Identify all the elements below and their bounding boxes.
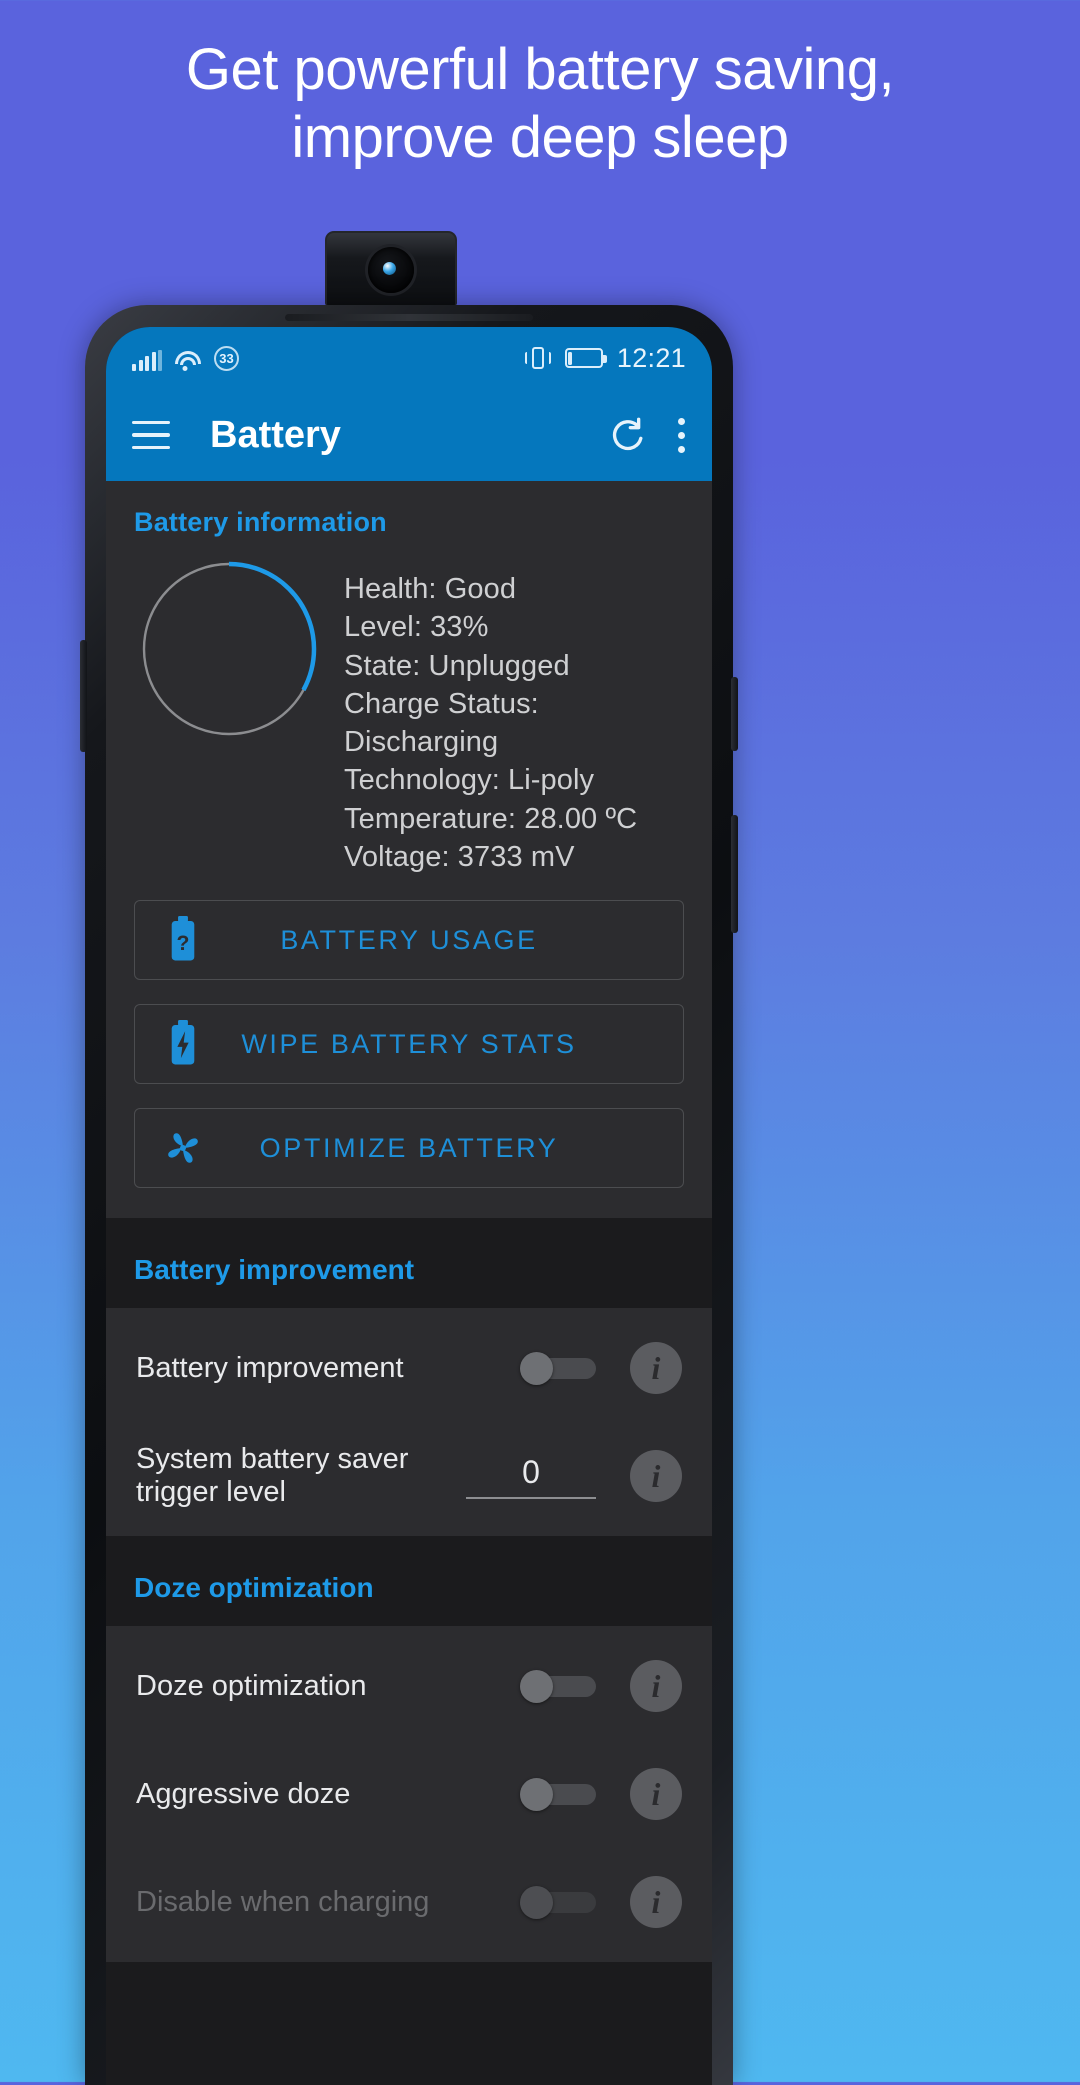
- battery-improvement-title: Battery improvement: [134, 1254, 415, 1286]
- info-icon[interactable]: i: [630, 1342, 682, 1395]
- promo-headline: Get powerful battery saving, improve dee…: [0, 36, 1080, 173]
- camera-lens-glint: [382, 261, 396, 275]
- battery-info-line: Level: 33%: [344, 611, 489, 644]
- doze-optimization-title: Doze optimization: [134, 1572, 374, 1604]
- battery-level-gauge: [140, 560, 318, 738]
- phone-mockup: 33 12:21 Battery Battery information Hea…: [80, 305, 738, 2085]
- status-bar-right: 12:21: [524, 342, 686, 374]
- battery-usage-button[interactable]: ? BATTERY USAGE: [134, 900, 684, 981]
- popup-camera-module: [325, 231, 457, 306]
- row-label: Doze optimization: [136, 1669, 367, 1702]
- wipe-battery-stats-button[interactable]: WIPE BATTERY STATS: [134, 1004, 684, 1085]
- optimize-battery-button[interactable]: OPTIMIZE BATTERY: [134, 1108, 684, 1189]
- hamburger-menu-icon[interactable]: [132, 421, 170, 449]
- battery-icon: [564, 348, 607, 368]
- info-icon[interactable]: i: [630, 1660, 682, 1713]
- battery-saver-trigger-level-input[interactable]: 0: [466, 1454, 596, 1499]
- fan-pinwheel-icon: [135, 1124, 231, 1172]
- optimize-battery-label: OPTIMIZE BATTERY: [259, 1132, 559, 1163]
- row-label: Aggressive doze: [136, 1777, 351, 1810]
- row-battery-saver-trigger-level[interactable]: System battery saver trigger level 0 i: [106, 1422, 712, 1530]
- volume-button: [80, 640, 87, 752]
- wipe-battery-stats-label: WIPE BATTERY STATS: [241, 1028, 577, 1059]
- battery-info-line: State: Unplugged: [344, 649, 570, 682]
- battery-info-line: Health: Good: [344, 573, 517, 605]
- camera-lens-icon: [368, 246, 414, 293]
- battery-info-line: Temperature: 28.00 ºC: [344, 802, 638, 835]
- battery-percent-badge: 33: [214, 345, 239, 371]
- power-button: [731, 677, 738, 751]
- row-battery-improvement[interactable]: Battery improvement i: [106, 1314, 712, 1422]
- battery-usage-label: BATTERY USAGE: [280, 924, 538, 955]
- battery-improvement-toggle[interactable]: [520, 1352, 596, 1386]
- signal-bars-icon: [132, 349, 162, 371]
- battery-info-line: Charge Status: Discharging: [344, 687, 539, 759]
- row-disable-when-charging[interactable]: Disable when charging i: [106, 1848, 712, 1956]
- page-title: Battery: [210, 413, 341, 456]
- row-label: Battery improvement: [136, 1351, 404, 1384]
- row-doze-optimization[interactable]: Doze optimization i: [106, 1632, 712, 1740]
- battery-question-icon: ?: [135, 916, 231, 964]
- promo-headline-line-1: Get powerful battery saving,: [185, 37, 895, 102]
- vibrate-icon: [524, 346, 551, 370]
- battery-information-card: Battery information Health: Good Level: …: [106, 481, 712, 1219]
- battery-info-line: Technology: Li-poly: [344, 764, 595, 797]
- status-bar-clock: 12:21: [616, 342, 686, 373]
- row-aggressive-doze[interactable]: Aggressive doze i: [106, 1740, 712, 1848]
- svg-text:?: ?: [177, 932, 190, 955]
- info-icon[interactable]: i: [630, 1768, 682, 1821]
- disable-when-charging-toggle[interactable]: [520, 1886, 596, 1920]
- status-bar-left: 33: [132, 345, 239, 371]
- doze-optimization-card: Doze optimization i Aggressive doze i Di…: [106, 1626, 712, 1963]
- row-label: System battery saver trigger level: [136, 1443, 409, 1509]
- battery-saver-trigger-level-value: 0: [522, 1453, 540, 1490]
- row-label: Disable when charging: [136, 1885, 430, 1918]
- refresh-icon[interactable]: [608, 415, 648, 455]
- doze-optimization-toggle[interactable]: [520, 1670, 596, 1704]
- battery-information-body: Health: Good Level: 33% State: Unplugged…: [134, 560, 684, 876]
- secondary-side-button: [731, 815, 738, 933]
- info-icon[interactable]: i: [630, 1876, 682, 1929]
- phone-screen: 33 12:21 Battery Battery information Hea…: [106, 327, 712, 2085]
- main-content: Battery information Health: Good Level: …: [106, 481, 712, 2085]
- earpiece-speaker: [285, 314, 533, 321]
- battery-improvement-card: Battery improvement i System battery sav…: [106, 1308, 712, 1537]
- overflow-menu-icon[interactable]: [676, 417, 686, 453]
- wifi-icon: [175, 350, 201, 371]
- app-bar: Battery: [106, 389, 712, 481]
- info-icon[interactable]: i: [630, 1450, 682, 1503]
- aggressive-doze-toggle[interactable]: [520, 1778, 596, 1812]
- battery-information-title: Battery information: [134, 507, 387, 537]
- battery-information-lines: Health: Good Level: 33% State: Unplugged…: [344, 560, 684, 876]
- battery-bolt-icon: [135, 1020, 231, 1068]
- status-bar: 33 12:21: [106, 327, 712, 389]
- battery-info-line: Voltage: 3733 mV: [344, 840, 575, 873]
- promo-headline-line-2: improve deep sleep: [291, 105, 789, 171]
